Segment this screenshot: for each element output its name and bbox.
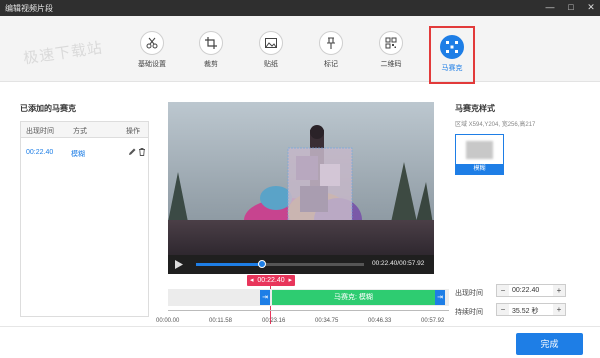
table-header: 出现时间 方式 操作: [21, 122, 148, 138]
image-icon: [259, 31, 283, 55]
maximize-button[interactable]: □: [564, 1, 578, 14]
ruler-baseline: [168, 310, 449, 311]
done-button[interactable]: 完成: [516, 333, 583, 355]
appear-time-value[interactable]: 00:22.40: [512, 287, 539, 294]
play-icon[interactable]: [175, 260, 183, 271]
seek-fill: [196, 263, 262, 266]
watermark: 极速下载站: [22, 39, 104, 68]
minimize-button[interactable]: —: [543, 1, 557, 14]
column-mode: 方式: [73, 128, 87, 135]
range-end-handle[interactable]: ⇥: [435, 290, 445, 305]
title-bar: 编辑视频片段 — □ ✕: [0, 0, 600, 16]
tick-label: 00:11.58: [209, 318, 232, 324]
tool-qrcode[interactable]: 二维码: [368, 18, 414, 68]
row-mode: 模糊: [71, 151, 85, 158]
edit-icon[interactable]: [128, 148, 136, 158]
footer-divider: [0, 326, 600, 327]
range-start-handle[interactable]: ⇥: [260, 290, 270, 305]
tool-crop[interactable]: 裁剪: [188, 18, 234, 68]
video-preview[interactable]: [168, 102, 434, 274]
tool-label: 裁剪: [204, 61, 218, 68]
tick-label: 00:57.92: [421, 318, 445, 324]
style-label: 模糊: [456, 164, 503, 174]
tool-mark[interactable]: 标记: [308, 18, 354, 68]
appear-time-stepper[interactable]: − 00:22.40 +: [496, 284, 566, 297]
marker-time: 00:22.40: [257, 277, 285, 284]
increment-button[interactable]: +: [553, 304, 565, 315]
duration-label: 持续时间: [455, 309, 483, 316]
column-actions: 操作: [126, 128, 140, 135]
added-mosaic-title: 已添加的马赛克: [20, 104, 76, 113]
column-time: 出现时间: [26, 128, 54, 135]
tick-label: 00:34.75: [315, 318, 339, 324]
tool-label: 贴纸: [264, 61, 278, 68]
tool-label: 基础设置: [138, 61, 166, 68]
delete-icon[interactable]: [138, 148, 146, 158]
tool-label: 标记: [324, 61, 338, 68]
editor-window: 编辑视频片段 — □ ✕ 极速下载站 基础设置 裁剪 贴纸 标记 二维码 马赛克…: [0, 0, 600, 358]
tick-label: 00:23.16: [262, 318, 286, 324]
decrement-button[interactable]: −: [497, 304, 509, 315]
appear-time-label: 出现时间: [455, 290, 483, 297]
duration-value[interactable]: 35.52 秒: [512, 306, 538, 316]
tool-label: 二维码: [380, 61, 402, 68]
tool-basic-settings[interactable]: 基础设置: [129, 18, 175, 68]
window-title: 编辑视频片段: [5, 4, 53, 13]
region-info: 区域 X594,Y204, 宽256,高217: [455, 122, 536, 128]
tool-sticker[interactable]: 贴纸: [248, 18, 294, 68]
time-display: 00:22.40/00:57.92: [372, 260, 425, 267]
mosaic-table: 出现时间 方式 操作 00:22.40 模糊: [20, 121, 149, 317]
mosaic-style-title: 马赛克样式: [455, 104, 495, 113]
duration-stepper[interactable]: − 35.52 秒 +: [496, 303, 566, 316]
qrcode-icon: [379, 31, 403, 55]
decrement-button[interactable]: −: [497, 285, 509, 296]
tick-label: 00:46.33: [368, 318, 392, 324]
toolbar: 极速下载站 基础设置 裁剪 贴纸 标记 二维码 马赛克: [0, 16, 600, 84]
style-option-blur[interactable]: 模糊: [455, 134, 504, 175]
close-button[interactable]: ✕: [584, 1, 598, 14]
mosaic-segment[interactable]: 马赛克: 模糊: [272, 290, 435, 305]
time-marker[interactable]: ◂ 00:22.40 ▸: [247, 275, 295, 286]
tick-label: 00:00.00: [156, 318, 180, 324]
table-row[interactable]: 00:22.40 模糊: [21, 139, 148, 167]
tool-label: 马赛克: [441, 65, 463, 72]
row-time: 00:22.40: [26, 149, 54, 156]
player-controls: 00:22.40/00:57.92: [168, 255, 434, 274]
crop-icon: [199, 31, 223, 55]
tool-mosaic[interactable]: 马赛克: [429, 26, 475, 84]
blur-thumbnail: [466, 141, 493, 159]
scissors-icon: [140, 31, 164, 55]
mosaic-icon: [440, 35, 464, 59]
increment-button[interactable]: +: [553, 285, 565, 296]
seek-knob[interactable]: [257, 260, 266, 268]
pin-icon: [319, 31, 343, 55]
marker-right-arrow: ▸: [288, 277, 292, 284]
timeline-ruler: 00:00.00 00:11.58 00:23.16 00:34.75 00:4…: [156, 306, 451, 326]
marker-left-arrow: ◂: [250, 277, 254, 284]
seek-track[interactable]: [196, 260, 364, 268]
